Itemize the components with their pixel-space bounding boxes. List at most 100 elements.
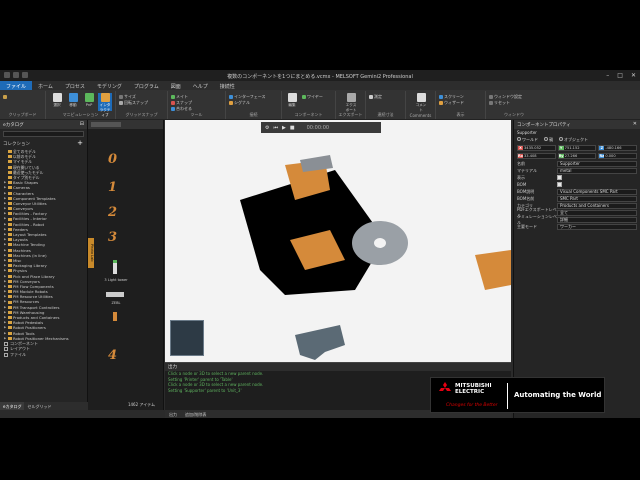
light-tower-thumbnail[interactable] [113,260,117,274]
photo-lab-tab[interactable]: Photo Lab [88,238,94,268]
play-icon[interactable]: ▶ [282,125,286,131]
navigation-cube[interactable] [170,320,204,356]
folder-icon [8,176,12,180]
pin-icon[interactable]: ⊟ [80,121,84,127]
catalog-item-shape-1[interactable]: 1 [108,180,117,195]
red-item-thumbnail[interactable] [113,312,117,321]
coord-z[interactable]: Z -480.166 [598,145,638,151]
property-checkbox[interactable] [557,175,562,180]
signals-button[interactable]: シグナル [229,100,250,106]
catalog-item-shape-2[interactable]: 2 [108,205,117,220]
property-value[interactable]: 詳細 [557,216,637,223]
radio-world[interactable]: ワールド [517,137,538,143]
select-button[interactable]: 選択 [50,93,64,111]
maximize-icon[interactable]: □ [617,72,623,79]
window-controls[interactable]: – □ ✕ [606,72,636,79]
comment-button[interactable]: コメント [414,93,428,112]
catalog-items-panel: Photo Lab 0 1 2 3 3 Light tower ZEBL 4 1… [88,120,164,410]
export-button[interactable]: エクスポート [344,93,358,112]
minimize-icon[interactable]: – [606,72,609,79]
align-button[interactable]: 合わせる [171,106,192,112]
menu-modeling[interactable]: モデリング [91,81,128,90]
snap-checkbox[interactable]: 回転スナップ [119,100,148,106]
printer-head[interactable] [300,155,333,172]
collections-header: コレクション + [3,139,83,147]
folder-icon [8,243,12,247]
reset-button[interactable]: リセット [489,100,510,106]
tab-add-remove[interactable]: 追加/削除表 [181,410,210,418]
menu-process[interactable]: プロセス [59,81,91,90]
pnp-button[interactable]: PnP [82,93,96,111]
ribbon-group-connect: 接続 インターフェース シグナル [226,91,282,119]
3d-scene[interactable] [165,120,511,362]
property-value[interactable]: SMC Part [557,195,637,202]
wires-button[interactable]: ワイヤー [302,94,323,100]
folder-icon [8,279,12,283]
tab-cell-graph[interactable]: セルグリッド [24,402,54,410]
catalog-item-shape-0[interactable]: 0 [108,152,117,167]
add-collection-button[interactable]: + [77,139,83,147]
property-row: BOM名前 SMC Part [514,195,640,202]
menu-file[interactable]: ファイル [0,81,33,90]
move-button[interactable]: 移動 [66,93,80,111]
menu-home[interactable]: ホーム [32,81,59,90]
left-bottom-tabs: eカタログ セルグリッド [0,402,88,410]
folder-icon [8,233,12,237]
ribbon-group-manipulation: マニピュレーション 選択 移動 PnP インタラクティブ [46,91,116,119]
menu-help[interactable]: ヘルプ [187,81,214,90]
property-value[interactable]: ワーカー [557,223,637,230]
paste-button[interactable] [3,94,8,99]
property-value[interactable]: Supporter [557,160,637,167]
expand-icon[interactable]: ▶ [4,336,7,341]
settings-icon[interactable]: ⚙ [265,125,269,131]
menu-drawing[interactable]: 図面 [165,81,187,90]
menu-connectivity[interactable]: 接続性 [214,81,241,90]
3d-viewport[interactable]: ⚙ ⏮ ▶ ■ 00:00:00 [165,120,511,362]
property-row: シミュレーションレベル 詳細 [514,214,640,225]
property-value[interactable]: metal [557,167,637,174]
radio-parent[interactable]: 親 [544,137,553,143]
folder-icon [8,181,12,185]
folder-icon [8,212,12,216]
coord-rx[interactable]: Rx 33.408 [517,153,556,159]
catalog-item-shape-4[interactable]: 4 [108,348,117,363]
close-icon[interactable]: ✕ [631,72,636,79]
wizard-button[interactable]: ウィザード [439,100,464,106]
edit-button[interactable]: 編集 [285,93,299,111]
coord-ry[interactable]: Ry 27.266 [557,153,597,159]
view-options[interactable] [91,122,121,127]
menu-program[interactable]: プログラム [128,81,165,90]
property-value[interactable]: Visual Components SMC Part [557,188,637,195]
ribbon: クリップボード マニピュレーション 選択 移動 PnP インタラクティブ グリッ… [0,90,640,120]
export-icon [346,93,356,102]
catalog-item-shape-3[interactable]: 3 [108,230,117,245]
pnp-icon [84,93,94,102]
component-properties-panel: コンポーネントプロパティ ✕ Supporter ワールド 親 オブジェクト X3… [513,120,640,418]
collection-tree: 全てのモデル 以前のモデル マイモデル 現在開いている 最近使ったモデル タイプ別モデル ▶… [0,149,87,341]
filter-files[interactable]: ファイル [0,352,87,358]
folder-icon [8,196,12,200]
radio-object[interactable]: オブジェクト [559,137,588,143]
tab-ecatalog[interactable]: eカタログ [0,402,25,410]
folder-icon [8,217,12,221]
catalog-search-input[interactable] [3,131,84,137]
side-box-part[interactable] [475,250,511,290]
reset-sim-icon[interactable]: ⏮ [273,125,278,131]
items-toolbar [88,120,163,129]
coord-rz[interactable]: Rz 0.000 [598,153,638,159]
property-value[interactable]: Products and Containers [557,202,637,209]
coord-y[interactable]: Y 751.152 [557,145,597,151]
tab-output[interactable]: 出力 [165,410,181,418]
property-checkbox[interactable] [557,182,562,187]
close-panel-icon[interactable]: ✕ [633,121,637,127]
stop-icon[interactable]: ■ [290,125,295,131]
interactive-button[interactable]: インタラクティブ [98,93,112,117]
measure-button[interactable]: 測定 [369,94,382,100]
zebl-thumbnail[interactable] [106,292,124,297]
coord-x[interactable]: X 3435.052 [517,145,556,151]
property-value[interactable]: 全て [557,209,637,216]
hand-icon [100,93,110,102]
window-title: 複数のコンポーネントを1つにまとめる.vcmx - MELSOFT Gemini… [227,74,413,80]
folder-icon [8,310,12,314]
bracket-part[interactable] [295,325,345,360]
